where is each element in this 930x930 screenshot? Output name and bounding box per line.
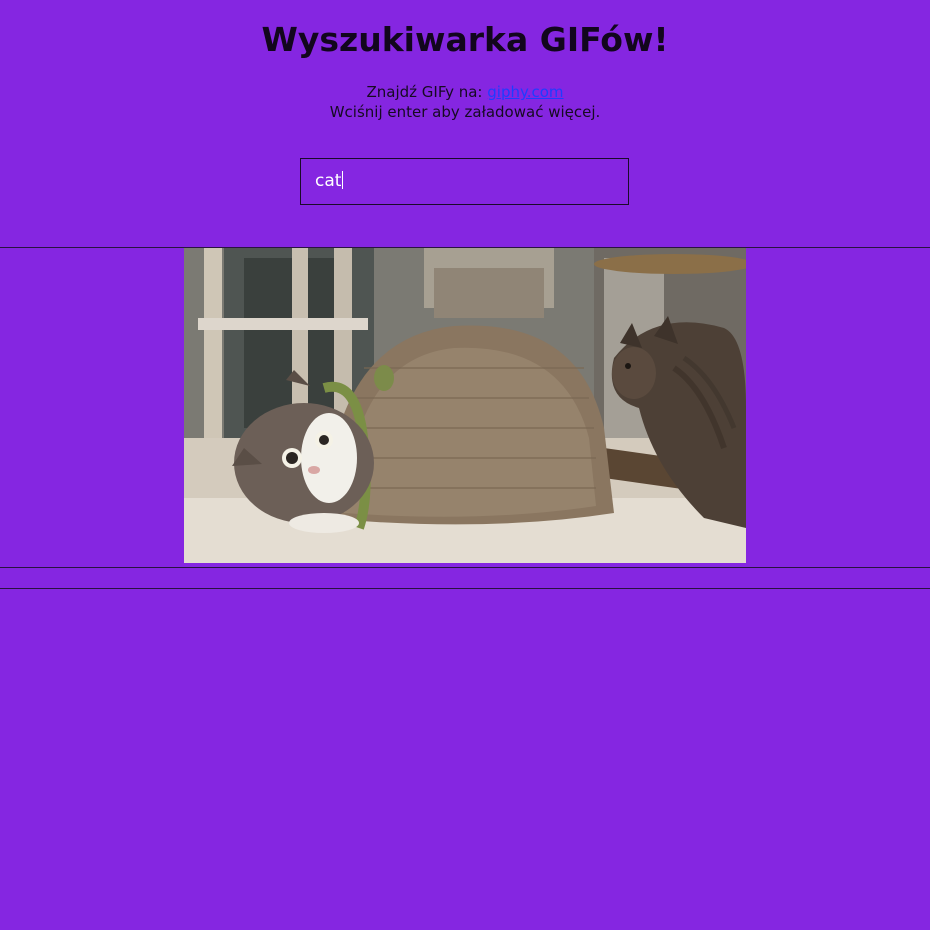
- page: Wyszukiwarka GIFów! Znajdź GIFy na: giph…: [0, 0, 930, 930]
- page-title: Wyszukiwarka GIFów!: [261, 20, 669, 59]
- source-line: Znajdź GIFy na: giphy.com: [0, 82, 930, 102]
- gif-result[interactable]: [184, 248, 746, 563]
- source-prefix: Znajdź GIFy na:: [366, 83, 483, 101]
- intro-text: Znajdź GIFy na: giphy.com Wciśnij enter …: [0, 82, 930, 122]
- load-more-hint: Wciśnij enter aby załadować więcej.: [329, 103, 601, 121]
- search-input[interactable]: cat: [300, 158, 629, 205]
- text-cursor: [342, 171, 344, 189]
- search-input-value: cat: [315, 171, 342, 191]
- divider-bottom: [0, 588, 930, 589]
- cat-gif-image: [184, 248, 746, 563]
- divider-middle: [0, 567, 930, 568]
- giphy-link[interactable]: giphy.com: [487, 83, 563, 101]
